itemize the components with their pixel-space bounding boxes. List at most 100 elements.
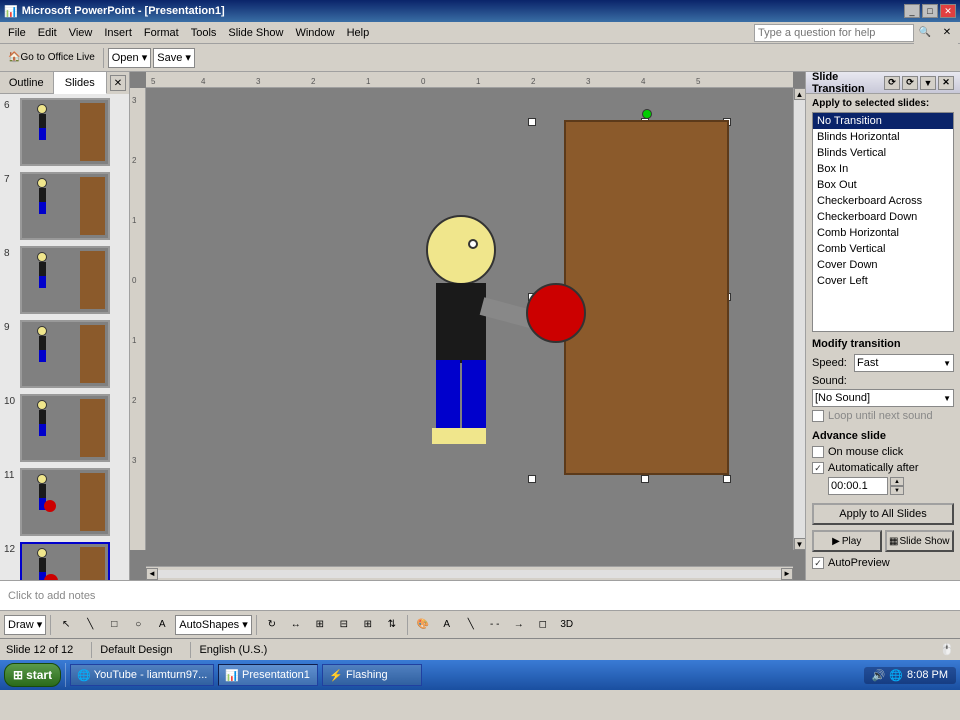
regroup-button[interactable]: ⊞ (357, 614, 379, 636)
question-input[interactable] (754, 24, 914, 42)
flip-button[interactable]: ↔ (285, 614, 307, 636)
minimize-button[interactable]: _ (904, 4, 920, 18)
maximize-button[interactable]: □ (922, 4, 938, 18)
start-button[interactable]: ⊞ start (4, 663, 61, 687)
scroll-up-button[interactable]: ▲ (794, 88, 806, 100)
3d-button[interactable]: 3D (556, 614, 578, 636)
char-ball (526, 283, 586, 343)
menu-insert[interactable]: Insert (98, 25, 138, 41)
menu-window[interactable]: Window (289, 25, 340, 41)
autopreview-checkbox[interactable]: ✓ (812, 557, 824, 569)
trans-blinds-vertical[interactable]: Blinds Vertical (813, 145, 953, 161)
slideshow-button[interactable]: ▦ Slide Show (885, 530, 955, 552)
line-button[interactable]: ╲ (79, 614, 101, 636)
vscrollbar[interactable]: ▲ ▼ (793, 88, 805, 550)
trans-box-in[interactable]: Box In (813, 161, 953, 177)
group-button[interactable]: ⊞ (309, 614, 331, 636)
apply-all-button[interactable]: Apply to All Slides (812, 503, 954, 525)
line-color-button[interactable]: ╲ (460, 614, 482, 636)
menu-tools[interactable]: Tools (185, 25, 223, 41)
slide-thumb-9[interactable]: 9 (2, 318, 127, 390)
trans-no-transition[interactable]: No Transition (813, 113, 953, 129)
panel-tabs: Outline Slides ✕ (0, 72, 129, 94)
slides-list[interactable]: 6 7 (0, 94, 129, 580)
panel-icon-2[interactable]: ⟳ (902, 76, 918, 90)
save-dropdown[interactable]: Save ▾ (153, 48, 195, 68)
menu-format[interactable]: Format (138, 25, 185, 41)
sound-select[interactable]: [No Sound] ▼ (812, 389, 954, 407)
font-color-button[interactable]: A (436, 614, 458, 636)
scroll-left-button[interactable]: ◄ (146, 568, 158, 580)
office-live-button[interactable]: 🏠 Go to Office Live (4, 47, 99, 69)
question-box: 🔍 ✕ (754, 22, 958, 44)
slide-thumb-7[interactable]: 7 (2, 170, 127, 242)
rect-button[interactable]: □ (103, 614, 125, 636)
scroll-right-button[interactable]: ► (781, 568, 793, 580)
taskbar-presentation[interactable]: 📊 Presentation1 (218, 664, 318, 686)
menu-file[interactable]: File (2, 25, 32, 41)
svg-text:3: 3 (586, 77, 591, 86)
modify-title: Modify transition (812, 338, 954, 350)
loop-checkbox[interactable] (812, 410, 824, 422)
tab-outline[interactable]: Outline (0, 72, 54, 94)
trans-cover-down[interactable]: Cover Down (813, 257, 953, 273)
taskbar-youtube[interactable]: 🌐 YouTube - liamturn97... (70, 664, 214, 686)
trans-box-out[interactable]: Box Out (813, 177, 953, 193)
slide-area: 5 4 3 2 1 0 1 2 3 4 5 3 2 1 0 1 2 3 (130, 72, 805, 580)
transition-list[interactable]: No Transition Blinds Horizontal Blinds V… (812, 112, 954, 332)
speed-select[interactable]: Fast ▼ (854, 354, 954, 372)
close-button[interactable]: ✕ (940, 4, 956, 18)
slide-thumb-12[interactable]: 12 (2, 540, 127, 580)
time-down-button[interactable]: ▼ (890, 486, 904, 495)
panel-icon-3[interactable]: ▼ (920, 76, 936, 90)
menu-slideshow[interactable]: Slide Show (222, 25, 289, 41)
slide-thumb-10[interactable]: 10 (2, 392, 127, 464)
open-dropdown[interactable]: Open ▾ (108, 48, 152, 68)
trans-cover-left[interactable]: Cover Left (813, 273, 953, 289)
auto-after-checkbox[interactable]: ✓ (812, 462, 824, 474)
panel-close-button[interactable]: ✕ (110, 75, 126, 91)
mouse-click-checkbox[interactable] (812, 446, 824, 458)
slide-thumb-8[interactable]: 8 (2, 244, 127, 316)
fill-color-button[interactable]: 🎨 (412, 614, 434, 636)
hscrollbar[interactable]: ◄ ► (146, 566, 793, 580)
cursor-button[interactable]: ↖ (55, 614, 77, 636)
slide-img-8 (20, 246, 110, 314)
question-close-button[interactable]: ✕ (936, 22, 958, 44)
draw-button[interactable]: Draw ▾ (4, 615, 46, 635)
shadow-button[interactable]: ◻ (532, 614, 554, 636)
arrow-style-button[interactable]: → (508, 614, 530, 636)
rotate-button[interactable]: ↻ (261, 614, 283, 636)
rotate-handle[interactable] (642, 109, 652, 119)
time-input[interactable]: 00:00.1 (828, 477, 888, 495)
notes-area[interactable]: Click to add notes (0, 580, 960, 610)
autoshapes-button[interactable]: AutoShapes ▾ (175, 615, 252, 635)
dash-style-button[interactable]: - - (484, 614, 506, 636)
taskbar-flashing[interactable]: ⚡ Flashing (322, 664, 422, 686)
ellipse-button[interactable]: ○ (127, 614, 149, 636)
question-search-button[interactable]: 🔍 (914, 22, 936, 44)
time-spinner[interactable]: ▲ ▼ (890, 477, 904, 495)
menu-view[interactable]: View (63, 25, 99, 41)
menu-help[interactable]: Help (341, 25, 376, 41)
slide-content[interactable] (185, 104, 755, 534)
time-up-button[interactable]: ▲ (890, 477, 904, 486)
play-button[interactable]: ▶ Play (812, 530, 882, 552)
text-button[interactable]: A (151, 614, 173, 636)
slide-thumb-11[interactable]: 11 (2, 466, 127, 538)
trans-checkerboard-across[interactable]: Checkerboard Across (813, 193, 953, 209)
trans-blinds-horizontal[interactable]: Blinds Horizontal (813, 129, 953, 145)
trans-comb-horizontal[interactable]: Comb Horizontal (813, 225, 953, 241)
tab-slides[interactable]: Slides (54, 72, 108, 94)
slide-thumb-6[interactable]: 6 (2, 96, 127, 168)
auto-after-label: Automatically after (828, 462, 918, 474)
ungroup-button[interactable]: ⊟ (333, 614, 355, 636)
panel-close-icon[interactable]: ✕ (938, 76, 954, 90)
slide-img-9 (20, 320, 110, 388)
trans-comb-vertical[interactable]: Comb Vertical (813, 241, 953, 257)
draw-order-button[interactable]: ⇅ (381, 614, 403, 636)
panel-icon-1[interactable]: ⟳ (884, 76, 900, 90)
trans-checkerboard-down[interactable]: Checkerboard Down (813, 209, 953, 225)
menu-edit[interactable]: Edit (32, 25, 63, 41)
scroll-down-button[interactable]: ▼ (794, 538, 806, 550)
